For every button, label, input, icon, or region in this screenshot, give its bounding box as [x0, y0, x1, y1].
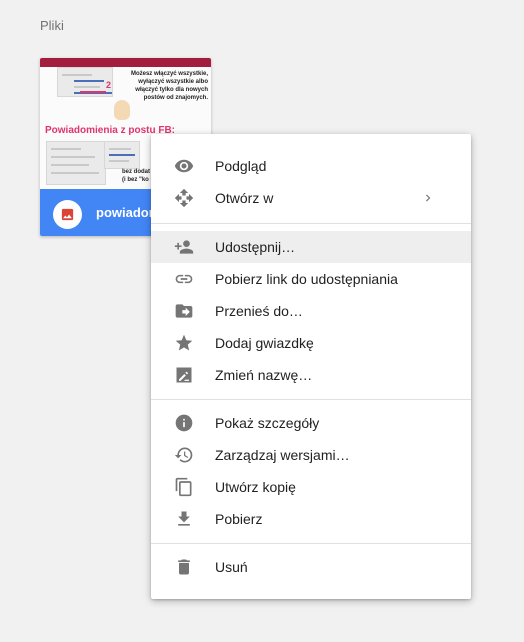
info-icon [174, 413, 194, 433]
thumbnail-header-bar [40, 58, 211, 67]
menu-item-move-to[interactable]: Przenieś do… [151, 295, 471, 327]
thumbnail-screenshot-2 [46, 141, 106, 185]
menu-divider [151, 399, 471, 400]
menu-item-label: Udostępnij… [215, 239, 296, 255]
menu-item-make-copy[interactable]: Utwórz kopię [151, 471, 471, 503]
menu-divider [151, 543, 471, 544]
trash-icon [174, 557, 194, 577]
star-icon [174, 333, 194, 353]
menu-item-label: Pobierz link do udostępniania [215, 271, 398, 287]
folder-move-icon [174, 301, 194, 321]
menu-item-delete[interactable]: Usuń [151, 551, 471, 583]
move-arrows-icon [174, 188, 194, 208]
context-menu: Podgląd Otwórz w Udostępnij… Pobierz lin… [151, 134, 471, 599]
thumbnail-text-bottom: bez dodat (i bez "ko [122, 169, 150, 183]
thumbnail-arrow [80, 91, 106, 93]
menu-item-label: Dodaj gwiazdkę [215, 335, 314, 351]
image-file-icon [53, 200, 82, 229]
menu-item-label: Pobierz [215, 511, 263, 527]
menu-item-download[interactable]: Pobierz [151, 503, 471, 535]
menu-item-label: Podgląd [215, 158, 267, 174]
menu-item-preview[interactable]: Podgląd [151, 150, 471, 182]
menu-item-label: Otwórz w [215, 190, 274, 206]
thumbnail-number: 2 [106, 80, 112, 90]
menu-item-label: Zmień nazwę… [215, 367, 313, 383]
chevron-right-icon [421, 191, 435, 205]
menu-item-rename[interactable]: Zmień nazwę… [151, 359, 471, 391]
menu-item-get-link[interactable]: Pobierz link do udostępniania [151, 263, 471, 295]
thumbnail-text-top: Możesz włączyć wszystkie, wyłączyć wszys… [130, 71, 208, 101]
menu-item-add-star[interactable]: Dodaj gwiazdkę [151, 327, 471, 359]
menu-item-share[interactable]: Udostępnij… [151, 231, 471, 263]
menu-divider [151, 223, 471, 224]
copy-icon [174, 477, 194, 497]
download-icon [174, 509, 194, 529]
link-icon [174, 269, 194, 289]
thumbnail-hand [114, 100, 130, 120]
menu-item-manage-versions[interactable]: Zarządzaj wersjami… [151, 439, 471, 471]
history-icon [174, 445, 194, 465]
section-title: Pliki [40, 18, 64, 33]
person-add-icon [174, 237, 194, 257]
menu-item-label: Przenieś do… [215, 303, 303, 319]
menu-item-details[interactable]: Pokaż szczegóły [151, 407, 471, 439]
thumbnail-screenshot-3 [104, 141, 140, 169]
menu-item-label: Pokaż szczegóły [215, 415, 320, 431]
menu-item-open-with[interactable]: Otwórz w [151, 182, 471, 214]
menu-item-label: Zarządzaj wersjami… [215, 447, 350, 463]
menu-item-label: Usuń [215, 559, 248, 575]
pencil-icon [174, 365, 194, 385]
menu-item-label: Utwórz kopię [215, 479, 296, 495]
eye-icon [174, 156, 194, 176]
